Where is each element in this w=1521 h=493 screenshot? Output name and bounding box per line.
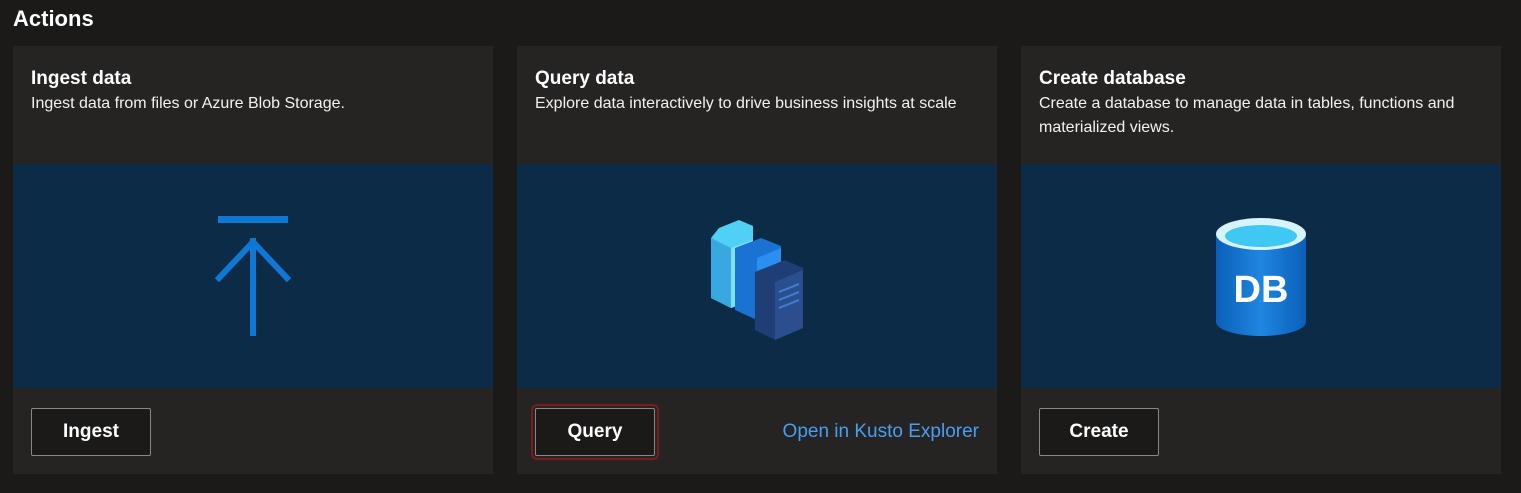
query-button[interactable]: Query — [531, 404, 659, 460]
card-illustration — [13, 164, 493, 388]
query-data-card: Query data Explore data interactively to… — [517, 46, 997, 474]
card-title: Create database — [1039, 68, 1186, 89]
documents-query-icon — [711, 220, 803, 340]
card-header: Create database Create a database to man… — [1039, 66, 1483, 140]
database-icon: DB — [1216, 218, 1306, 336]
card-title: Ingest data — [31, 68, 132, 89]
card-header: Ingest data Ingest data from files or Az… — [31, 66, 475, 116]
card-description: Ingest data from files or Azure Blob Sto… — [31, 95, 345, 112]
upload-arrow-icon — [214, 216, 292, 336]
card-description: Create a database to manage data in tabl… — [1039, 95, 1455, 136]
card-illustration: DB — [1021, 164, 1501, 388]
database-icon-label: DB — [1234, 269, 1289, 311]
open-in-kusto-explorer-link[interactable]: Open in Kusto Explorer — [783, 420, 979, 444]
card-illustration — [517, 164, 997, 388]
card-title: Query data — [535, 68, 635, 89]
create-button[interactable]: Create — [1039, 408, 1159, 456]
section-title: Actions — [13, 6, 94, 31]
card-description: Explore data interactively to drive busi… — [535, 95, 957, 112]
ingest-button[interactable]: Ingest — [31, 408, 151, 456]
card-header: Query data Explore data interactively to… — [535, 66, 979, 116]
create-database-card: Create database Create a database to man… — [1021, 46, 1501, 474]
ingest-data-card: Ingest data Ingest data from files or Az… — [13, 46, 493, 474]
